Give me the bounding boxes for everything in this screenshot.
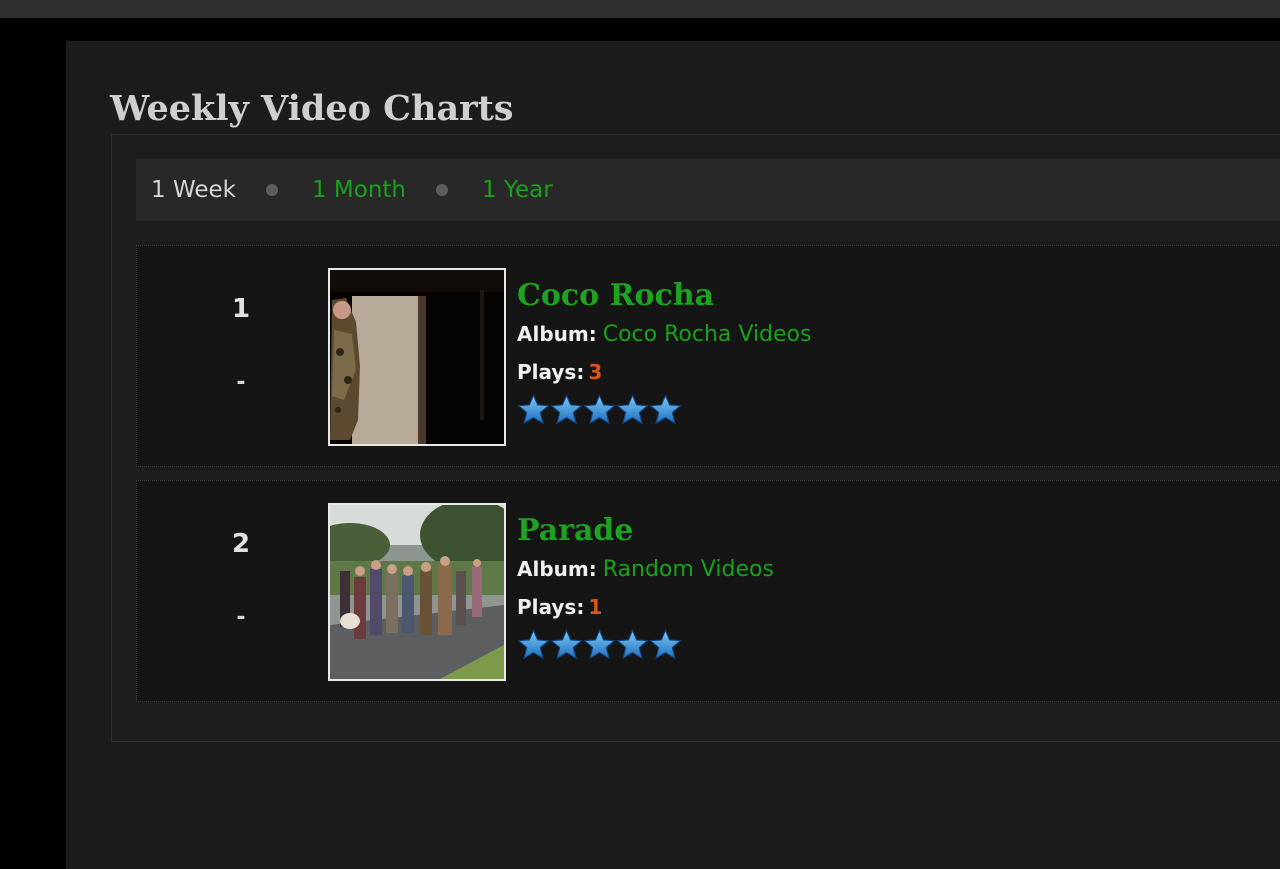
bullet-separator-icon [265,184,278,196]
bullet-separator-icon [436,184,449,196]
star-icon[interactable] [649,629,682,659]
page-content: Weekly Video Charts 1 Week 1 Month 1 Yea… [66,41,1280,869]
album-link[interactable]: Random Videos [603,557,774,582]
star-rating[interactable] [517,394,682,424]
tab-1-month[interactable]: 1 Month [312,176,406,204]
video-title[interactable]: Parade [517,513,634,549]
star-icon[interactable] [583,394,616,424]
tab-1-week[interactable]: 1 Week [151,176,236,204]
tab-1-year[interactable]: 1 Year [482,176,553,204]
star-icon[interactable] [583,629,616,659]
star-rating[interactable] [517,629,682,659]
browser-top-bar [0,0,1280,18]
plays-count: 3 [588,360,603,384]
album-label: Album: [517,557,597,581]
video-thumbnail[interactable] [328,268,506,446]
plays-line: Plays: 1 [517,594,602,620]
chart-row: 2 - Parade Album: Random Videos Plays: 1 [136,480,1280,702]
star-icon[interactable] [616,629,649,659]
star-icon[interactable] [517,629,550,659]
star-icon[interactable] [550,394,583,424]
chart-row: 1 - Coco Rocha Album: Coco Rocha Videos … [136,245,1280,467]
video-thumbnail-image [330,505,504,679]
plays-label: Plays: [517,360,585,384]
star-icon[interactable] [550,629,583,659]
rank-change: - [236,370,246,395]
star-icon[interactable] [616,394,649,424]
star-icon[interactable] [517,394,550,424]
album-line: Album: Random Videos [517,555,774,584]
period-tabs: 1 Week 1 Month 1 Year [136,159,1280,221]
star-icon[interactable] [649,394,682,424]
video-thumbnail-image [330,270,504,444]
album-line: Album: Coco Rocha Videos [517,320,811,349]
charts-panel: 1 Week 1 Month 1 Year 1 - Coco Rocha Alb… [111,134,1280,742]
rank-number: 1 [231,294,251,324]
plays-line: Plays: 3 [517,359,602,385]
plays-label: Plays: [517,595,585,619]
rank-change: - [236,605,246,630]
album-link[interactable]: Coco Rocha Videos [603,322,812,347]
rank-number: 2 [231,529,251,559]
video-thumbnail[interactable] [328,503,506,681]
video-title[interactable]: Coco Rocha [517,278,714,314]
album-label: Album: [517,322,597,346]
page-title: Weekly Video Charts [110,88,514,129]
plays-count: 1 [588,595,603,619]
